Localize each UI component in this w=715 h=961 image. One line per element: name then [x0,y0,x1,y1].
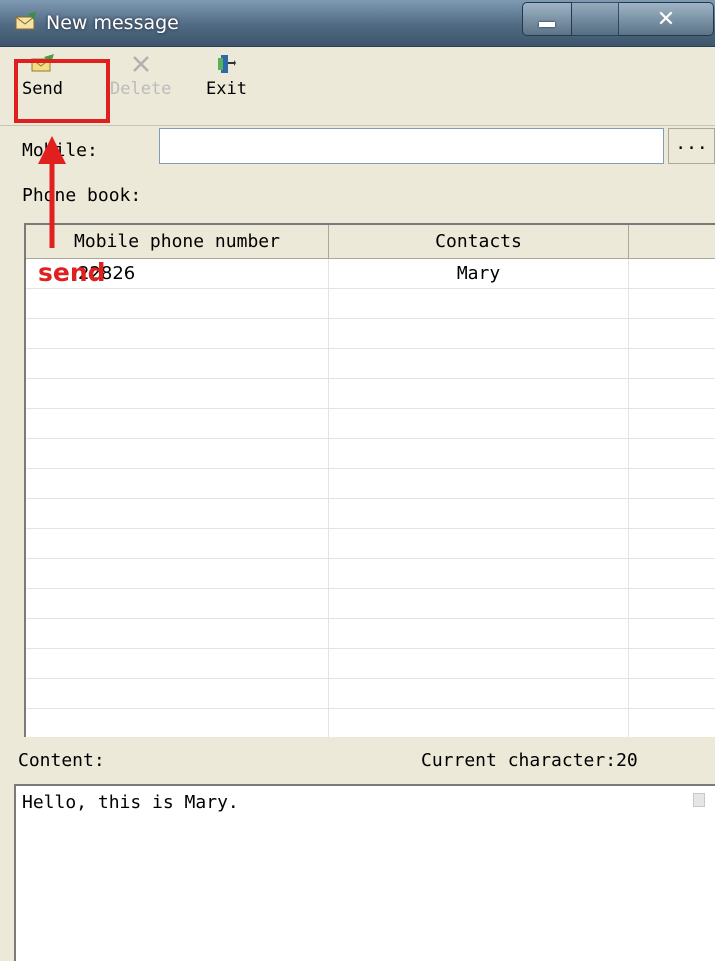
table-row[interactable] [26,319,715,349]
scrollbar-up-arrow[interactable] [693,793,705,807]
table-row[interactable] [26,559,715,589]
table-row[interactable] [26,649,715,679]
table-row[interactable]: send 22826 Mary [26,259,715,289]
column-header-extra[interactable] [629,225,715,258]
table-row[interactable] [26,469,715,499]
character-count: Current character:20 [421,750,638,771]
window-controls: ✕ [522,2,715,36]
minimize-button[interactable] [522,2,572,36]
maximize-button[interactable] [572,2,619,36]
table-row[interactable] [26,589,715,619]
app-icon [15,12,36,30]
content-label: Content: [18,750,105,771]
title-bar: New message ✕ [0,0,715,47]
send-highlight-box [14,59,110,123]
cell-extra [629,259,715,288]
browse-contacts-button[interactable]: ... [668,128,715,164]
close-icon: ✕ [656,6,676,32]
column-header-number[interactable]: Mobile phone number [26,225,329,258]
table-row[interactable] [26,289,715,319]
table-row[interactable] [26,439,715,469]
phone-book-table[interactable]: Mobile phone number Contacts send 22826 … [24,223,715,737]
delete-button[interactable]: Delete [110,53,171,99]
table-row[interactable] [26,529,715,559]
window-title: New message [46,12,179,34]
table-row[interactable] [26,409,715,439]
table-header: Mobile phone number Contacts [26,225,715,259]
table-row[interactable] [26,349,715,379]
table-row[interactable] [26,679,715,709]
exit-button[interactable]: Exit [206,53,247,99]
column-header-contacts[interactable]: Contacts [329,225,629,258]
message-content-textarea[interactable]: Hello, this is Mary. [14,784,715,961]
table-rows: send 22826 Mary [26,259,715,737]
delete-icon [132,56,149,72]
cell-contact: Mary [329,259,629,288]
table-row[interactable] [26,709,715,737]
annotation-arrow [38,136,66,248]
table-row[interactable] [26,499,715,529]
mobile-input[interactable] [159,128,664,164]
send-annotation-label: send [38,258,106,287]
close-button[interactable]: ✕ [619,2,714,36]
table-row[interactable] [26,379,715,409]
minimize-icon [539,21,555,27]
table-row[interactable] [26,619,715,649]
exit-icon [218,55,237,73]
